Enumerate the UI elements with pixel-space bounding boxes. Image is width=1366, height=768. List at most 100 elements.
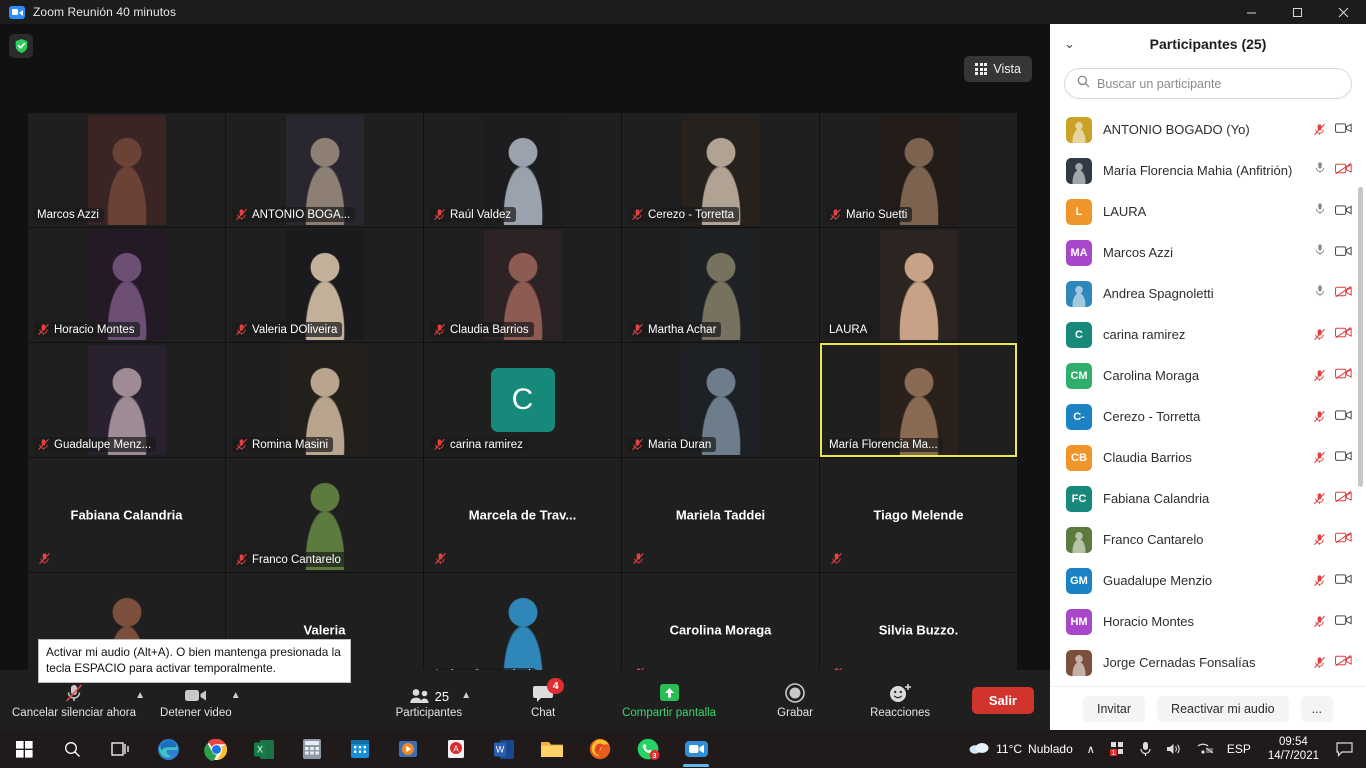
camera-off-icon[interactable] [1335,367,1352,385]
participant-row[interactable]: MA Marcos Azzi [1050,232,1366,273]
video-tile[interactable]: Cerezo - Torretta [622,113,819,227]
camera-on-icon[interactable] [1335,203,1352,221]
mic-off-icon[interactable] [1313,574,1326,587]
video-tile[interactable]: Ccarina ramirez [424,343,621,457]
camera-on-icon[interactable] [1335,613,1352,631]
pdf-icon[interactable]: A [432,730,480,768]
video-tile[interactable]: Franco Cantarelo [226,458,423,572]
camera-on-icon[interactable] [1335,244,1352,262]
task-view-icon[interactable] [96,730,144,768]
chevron-down-icon[interactable]: ⌄ [1064,36,1075,52]
mic-off-icon[interactable] [1313,533,1326,546]
leave-button[interactable]: Salir [971,687,1034,714]
participants-scrollbar[interactable] [1358,187,1363,487]
file-explorer-icon[interactable] [528,730,576,768]
close-icon[interactable] [1320,0,1366,24]
chat-button[interactable]: 4 Chat [512,670,574,730]
edge-icon[interactable] [144,730,192,768]
video-tile[interactable]: ANTONIO BOGA... [226,113,423,227]
mic-off-icon[interactable] [1313,451,1326,464]
participants-list[interactable]: ANTONIO BOGADO (Yo) María Florencia Mahia… [1050,109,1366,686]
video-tile[interactable]: Claudia Barrios [424,228,621,342]
video-tile[interactable]: María Florencia Ma... [820,343,1017,457]
camera-off-icon[interactable] [1335,531,1352,549]
maximize-icon[interactable] [1274,0,1320,24]
camera-off-icon[interactable] [1335,490,1352,508]
weather-widget[interactable]: 11°C Nublado [961,740,1080,758]
unmute-me-button[interactable]: Reactivar mi audio [1157,695,1289,722]
participant-search-box[interactable] [1064,68,1352,99]
excel-icon[interactable]: X [240,730,288,768]
record-button[interactable]: Grabar [764,670,826,730]
video-tile[interactable]: Mario Suetti [820,113,1017,227]
minimize-icon[interactable] [1228,0,1274,24]
taskbar-clock[interactable]: 09:54 14/7/2021 [1258,735,1329,764]
mic-off-icon[interactable] [1313,123,1326,136]
mic-on-icon[interactable] [1314,284,1326,303]
audio-options-chevron-icon[interactable]: ▲ [135,690,145,701]
participant-row[interactable]: GM Guadalupe Menzio [1050,560,1366,601]
participants-button[interactable]: 25 Participantes ▲ [384,670,474,730]
video-tile[interactable]: Marcos Azzi [28,113,225,227]
media-player-icon[interactable] [384,730,432,768]
participant-row[interactable]: FC Fabiana Calandria [1050,478,1366,519]
mic-on-icon[interactable] [1314,161,1326,180]
participant-row[interactable]: Franco Cantarelo [1050,519,1366,560]
microphone-icon[interactable] [1132,741,1159,757]
chrome-icon[interactable] [192,730,240,768]
camera-off-icon[interactable] [1335,162,1352,180]
network-icon[interactable] [1189,742,1220,756]
video-tile[interactable]: Fabiana Calandria [28,458,225,572]
share-screen-button[interactable]: Compartir pantalla [610,670,728,730]
mic-off-icon[interactable] [1313,656,1326,669]
video-tile[interactable]: Martha Achar [622,228,819,342]
participant-row[interactable]: CB Claudia Barrios [1050,437,1366,478]
calculator-icon[interactable] [288,730,336,768]
mic-on-icon[interactable] [1314,202,1326,221]
camera-on-icon[interactable] [1335,572,1352,590]
participant-row[interactable]: CM Carolina Moraga [1050,355,1366,396]
camera-on-icon[interactable] [1335,121,1352,139]
video-tile[interactable]: Romina Masini [226,343,423,457]
chevron-up-icon[interactable]: ∧ [1080,743,1102,756]
video-tile[interactable]: Valeria DOliveira [226,228,423,342]
video-tile[interactable]: Raúl Valdez [424,113,621,227]
participants-chevron-icon[interactable]: ▲ [461,690,471,701]
participant-search-input[interactable] [1097,76,1339,91]
participant-row[interactable]: C- Cerezo - Torretta [1050,396,1366,437]
participant-row[interactable]: L LAURA [1050,191,1366,232]
camera-off-icon[interactable] [1335,285,1352,303]
windows-start-icon[interactable] [0,730,48,768]
video-tile[interactable]: Marcela de Trav... [424,458,621,572]
mic-off-icon[interactable] [1313,492,1326,505]
mic-off-icon[interactable] [1313,328,1326,341]
whatsapp-icon[interactable]: 3 [624,730,672,768]
invite-button[interactable]: Invitar [1083,695,1146,722]
camera-on-icon[interactable] [1335,449,1352,467]
volume-icon[interactable] [1159,742,1189,756]
view-button[interactable]: Vista [964,56,1032,82]
participant-row[interactable]: HM Horacio Montes [1050,601,1366,642]
video-tile[interactable]: LAURA [820,228,1017,342]
mic-on-icon[interactable] [1314,243,1326,262]
zoom-icon[interactable] [672,730,720,768]
video-tile[interactable]: Tiago Melende [820,458,1017,572]
video-tile[interactable]: Guadalupe Menz... [28,343,225,457]
search-icon[interactable] [48,730,96,768]
security-shield-icon[interactable] [9,34,33,58]
video-tile[interactable]: Maria Duran [622,343,819,457]
mic-off-icon[interactable] [1313,410,1326,423]
camera-off-icon[interactable] [1335,326,1352,344]
participant-row[interactable]: María Florencia Mahia (Anfitrión) [1050,150,1366,191]
participant-row[interactable]: Ccarina ramirez [1050,314,1366,355]
calendar-icon[interactable] [336,730,384,768]
participant-row[interactable]: Andrea Spagnoletti [1050,273,1366,314]
more-options-button[interactable]: ... [1300,695,1333,722]
video-options-chevron-icon[interactable]: ▲ [231,690,241,701]
firefox-icon[interactable] [576,730,624,768]
mic-off-icon[interactable] [1313,369,1326,382]
video-tile[interactable]: Horacio Montes [28,228,225,342]
word-icon[interactable]: W [480,730,528,768]
reactions-button[interactable]: Reacciones [858,670,942,730]
participant-row[interactable]: ANTONIO BOGADO (Yo) [1050,109,1366,150]
